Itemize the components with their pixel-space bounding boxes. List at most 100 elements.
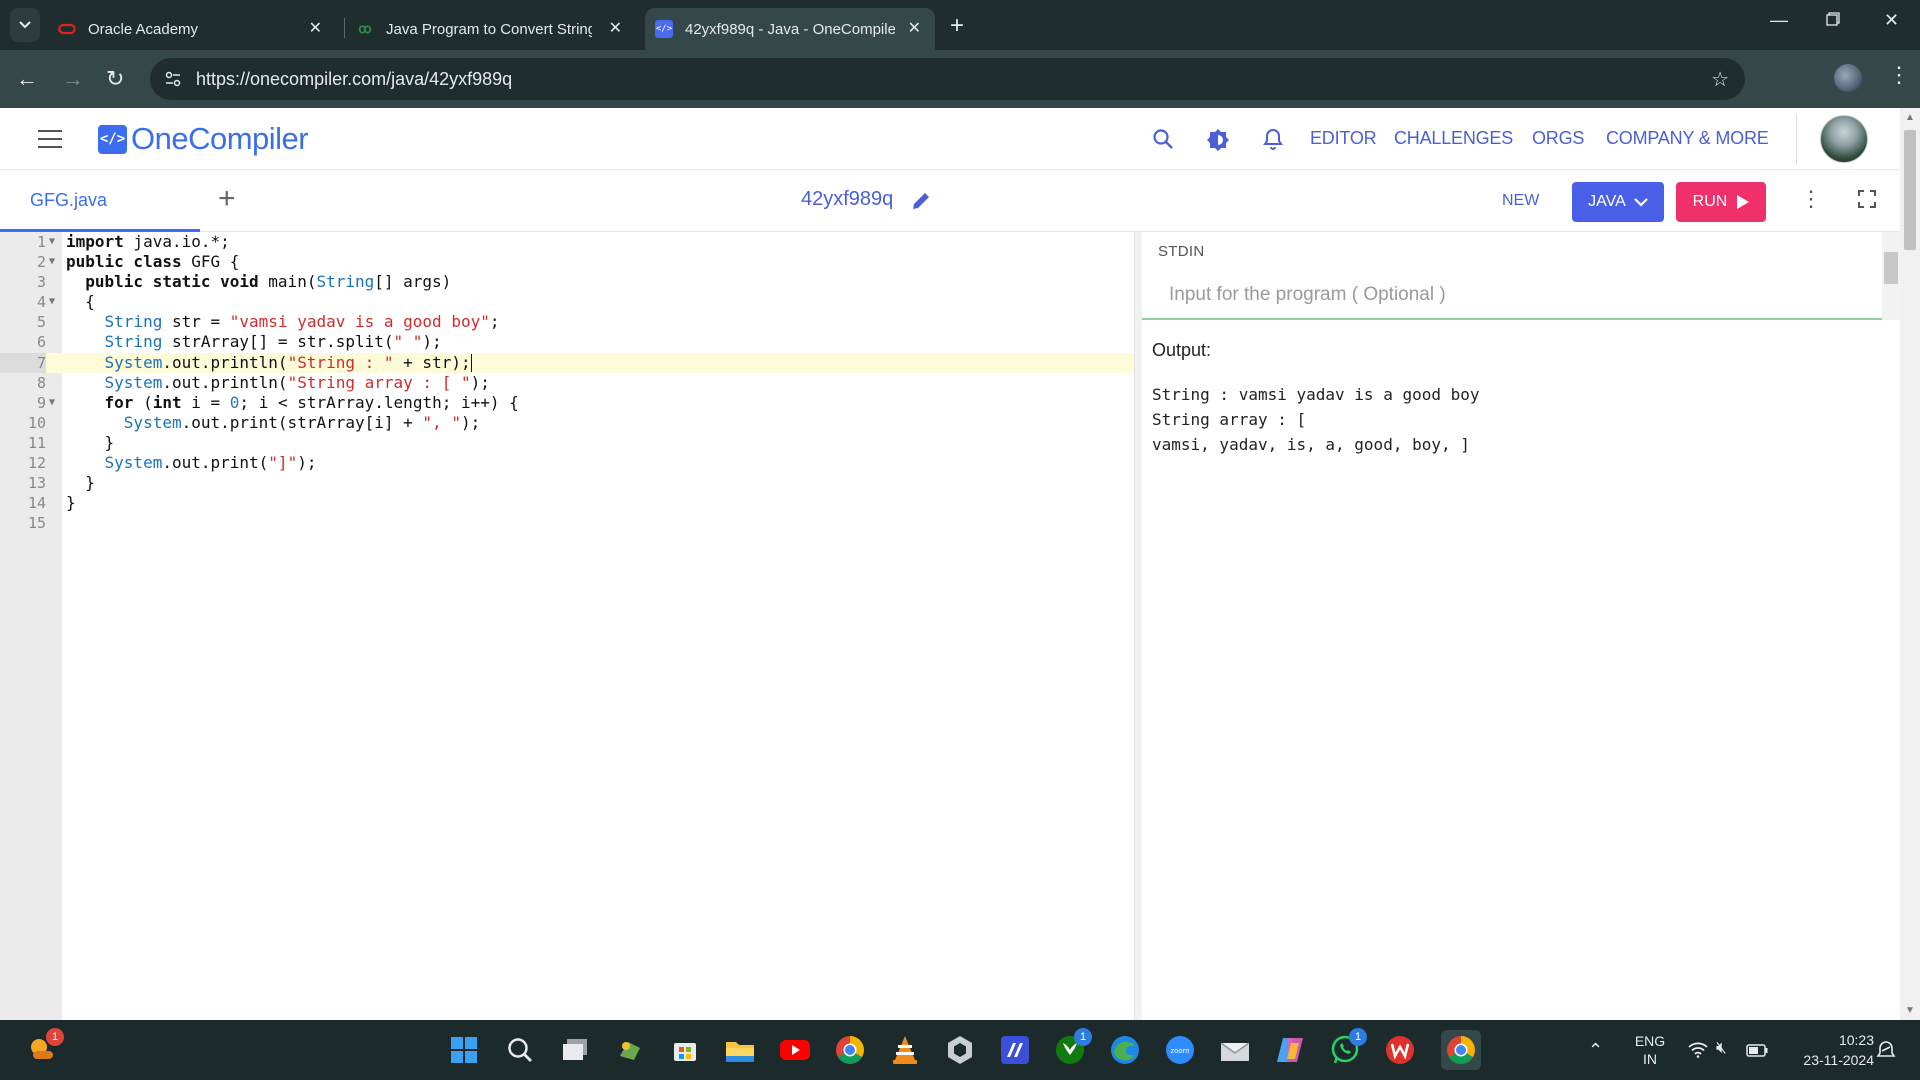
code-line[interactable]: 3 public static void main(String[] args) bbox=[0, 272, 1134, 292]
code-line[interactable]: 10 System.out.print(strArray[i] + ", "); bbox=[0, 413, 1134, 433]
restore-icon[interactable] bbox=[1826, 10, 1840, 31]
show-hidden-icons-chevron[interactable]: ⌃ bbox=[1588, 1040, 1603, 1061]
onecompiler-icon: </> bbox=[655, 20, 673, 38]
file-explorer-icon[interactable] bbox=[724, 1034, 756, 1066]
close-icon[interactable]: ✕ bbox=[609, 18, 622, 38]
code-line[interactable]: 15 bbox=[0, 513, 1134, 533]
code-line[interactable]: 13 } bbox=[0, 473, 1134, 493]
code-editor[interactable]: 1 ▼ import java.io.*; 2 ▼ public class GFG {… bbox=[0, 232, 1134, 1020]
language-indicator[interactable]: ENG IN bbox=[1630, 1032, 1670, 1068]
fold-arrow-icon[interactable]: ▼ bbox=[49, 252, 55, 272]
browser-menu-icon[interactable]: ⋮ bbox=[1888, 62, 1910, 88]
code-line[interactable]: 14} bbox=[0, 493, 1134, 513]
line-number: 11 bbox=[27, 433, 46, 452]
bookmark-star-icon[interactable]: ☆ bbox=[1711, 67, 1729, 92]
battery-icon[interactable] bbox=[1746, 1044, 1768, 1057]
mail-icon[interactable] bbox=[1219, 1034, 1251, 1066]
visual-studio-code-icon[interactable] bbox=[999, 1034, 1031, 1066]
notifications-bell-icon[interactable] bbox=[1263, 128, 1283, 150]
close-icon[interactable]: ✕ bbox=[309, 18, 322, 38]
code-line[interactable]: 5 String str = "vamsi yadav is a good bo… bbox=[0, 312, 1134, 332]
notification-center-icon[interactable] bbox=[1876, 1040, 1896, 1062]
xbox-icon[interactable]: 1 bbox=[1054, 1028, 1092, 1066]
copilot-icon[interactable] bbox=[1274, 1034, 1306, 1066]
scrollbar-thumb[interactable] bbox=[1904, 130, 1916, 250]
youtube-icon[interactable] bbox=[779, 1034, 811, 1066]
pane-splitter[interactable] bbox=[1134, 232, 1142, 1020]
code-line[interactable]: 1 ▼ import java.io.*; bbox=[0, 232, 1134, 252]
url-field[interactable]: https://onecompiler.com/java/42yxf989q ☆ bbox=[150, 58, 1745, 100]
line-number: 9 bbox=[36, 393, 46, 412]
code-lines: 1 ▼ import java.io.*; 2 ▼ public class GFG {… bbox=[0, 232, 1134, 533]
task-view-icon[interactable] bbox=[559, 1034, 591, 1066]
browser-tab-oracle[interactable]: Oracle Academy ✕ bbox=[58, 8, 336, 50]
code-line[interactable]: 6 String strArray[] = str.split(" "); bbox=[0, 332, 1134, 352]
profile-avatar[interactable] bbox=[1834, 64, 1862, 92]
code-line[interactable]: 11 } bbox=[0, 433, 1134, 453]
nav-editor[interactable]: EDITOR bbox=[1310, 128, 1377, 149]
code-text: } bbox=[66, 473, 95, 493]
fold-arrow-icon[interactable]: ▼ bbox=[49, 292, 55, 312]
theme-toggle-icon[interactable] bbox=[1206, 128, 1230, 152]
back-icon[interactable]: ← bbox=[16, 66, 38, 92]
clock-date: 23-11-2024 bbox=[1803, 1052, 1874, 1068]
page-scrollbar[interactable]: ▲ ▼ bbox=[1900, 108, 1920, 1020]
run-button[interactable]: RUN bbox=[1676, 182, 1766, 222]
zoom-icon[interactable]: zoom bbox=[1164, 1034, 1196, 1066]
window-close-icon[interactable]: ✕ bbox=[1884, 10, 1899, 31]
search-icon[interactable] bbox=[1152, 128, 1174, 150]
browser-tab-onecompiler[interactable]: </> 42yxf989q - Java - OneCompiler ✕ bbox=[645, 8, 935, 50]
tab-search-button[interactable] bbox=[10, 8, 40, 42]
code-line[interactable]: 4 ▼ { bbox=[0, 292, 1134, 312]
whatsapp-icon[interactable]: 1 bbox=[1329, 1028, 1367, 1066]
fold-arrow-icon[interactable]: ▼ bbox=[49, 232, 55, 252]
weather-widget-icon[interactable]: 1 bbox=[26, 1028, 64, 1066]
code-line[interactable]: 12 System.out.print("]"); bbox=[0, 453, 1134, 473]
close-icon[interactable]: ✕ bbox=[908, 18, 921, 38]
fullscreen-icon[interactable] bbox=[1858, 190, 1876, 208]
browser-tab-gfg[interactable]: ꝏ Java Program to Convert String ✕ bbox=[356, 8, 636, 50]
tab-title: Oracle Academy bbox=[88, 20, 199, 38]
chrome-active-icon[interactable] bbox=[1441, 1030, 1481, 1070]
volume-muted-icon[interactable]: 🔇︎ bbox=[1716, 1038, 1727, 1058]
add-file-button[interactable]: + bbox=[218, 182, 236, 216]
unity-hub-icon[interactable] bbox=[944, 1034, 976, 1066]
chrome-icon[interactable] bbox=[834, 1034, 866, 1066]
onecompiler-logo[interactable]: </> OneCompiler bbox=[98, 121, 309, 157]
wifi-icon[interactable] bbox=[1688, 1042, 1708, 1058]
code-line[interactable]: 8 System.out.println("String array : [ "… bbox=[0, 373, 1134, 393]
code-id-title[interactable]: 42yxf989q bbox=[801, 188, 893, 211]
nav-company-more[interactable]: COMPANY & MORE bbox=[1606, 128, 1769, 149]
stdin-scrollbar[interactable] bbox=[1882, 232, 1900, 320]
code-line[interactable]: 9 ▼ for (int i = 0; i < strArray.length; … bbox=[0, 393, 1134, 413]
nav-challenges[interactable]: CHALLENGES bbox=[1394, 128, 1513, 149]
code-line[interactable]: 2 ▼ public class GFG { bbox=[0, 252, 1134, 272]
new-tab-button[interactable]: + bbox=[950, 12, 964, 40]
new-button[interactable]: NEW bbox=[1502, 192, 1539, 210]
vlc-icon[interactable] bbox=[889, 1034, 921, 1066]
more-options-icon[interactable]: ⋮ bbox=[1800, 186, 1822, 212]
minimize-icon[interactable]: — bbox=[1770, 10, 1788, 31]
edit-pencil-icon[interactable] bbox=[910, 190, 932, 212]
language-select-button[interactable]: JAVA bbox=[1572, 182, 1664, 222]
forward-icon[interactable]: → bbox=[62, 66, 84, 92]
microsoft-store-icon[interactable] bbox=[669, 1034, 701, 1066]
edge-icon[interactable] bbox=[1109, 1034, 1141, 1066]
widgets-icon[interactable] bbox=[614, 1034, 646, 1066]
code-text: } bbox=[66, 432, 115, 452]
reload-icon[interactable]: ↻ bbox=[106, 66, 124, 92]
nav-orgs[interactable]: ORGS bbox=[1532, 128, 1584, 149]
clock[interactable]: 10:23 23-11-2024 bbox=[1784, 1030, 1874, 1070]
file-tab-gfg-java[interactable]: GFG.java bbox=[0, 170, 200, 232]
code-line-active[interactable]: 7 System.out.println("String : " + str); bbox=[0, 352, 1134, 373]
hamburger-menu-icon[interactable] bbox=[38, 130, 62, 154]
user-avatar[interactable] bbox=[1820, 115, 1868, 163]
site-settings-icon[interactable] bbox=[164, 70, 182, 88]
windows-start-icon[interactable] bbox=[448, 1034, 480, 1066]
scroll-up-icon[interactable]: ▲ bbox=[1905, 112, 1915, 123]
fold-arrow-icon[interactable]: ▼ bbox=[49, 393, 55, 413]
wps-office-icon[interactable] bbox=[1384, 1034, 1416, 1066]
search-icon[interactable] bbox=[504, 1034, 536, 1066]
stdin-input[interactable]: Input for the program ( Optional ) bbox=[1169, 284, 1446, 306]
scroll-down-icon[interactable]: ▼ bbox=[1905, 1005, 1915, 1016]
